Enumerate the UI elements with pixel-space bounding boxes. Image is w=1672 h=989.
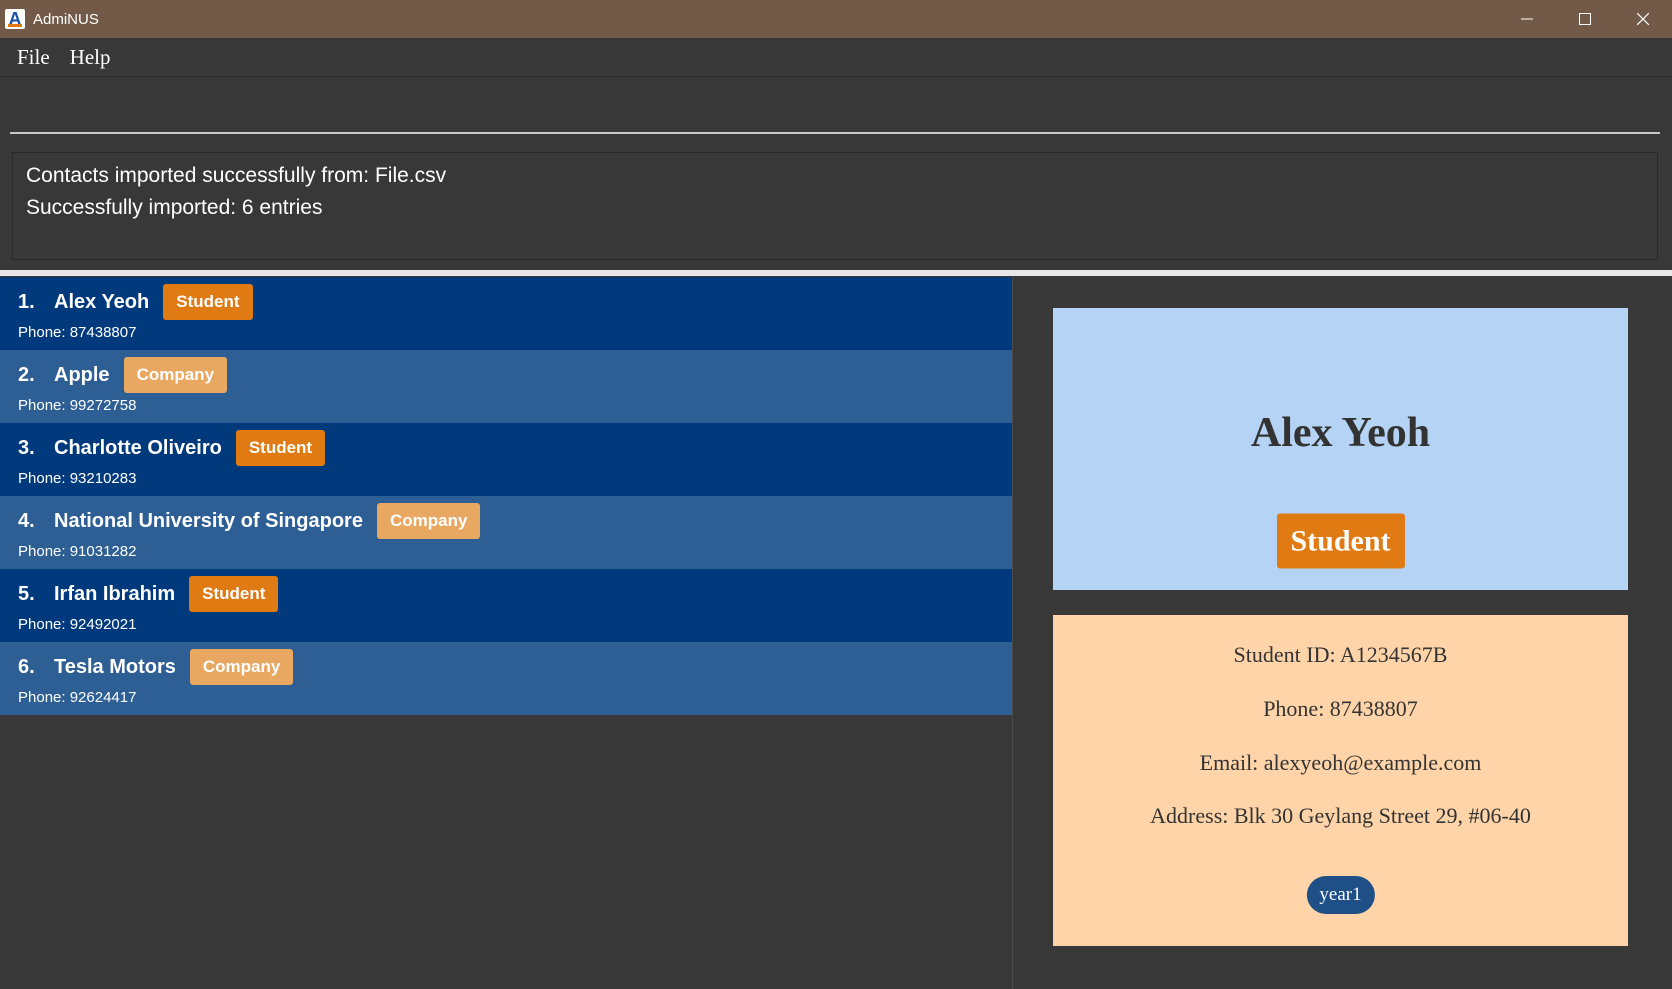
contact-row-4[interactable]: 4. National University of Singapore Comp… (0, 496, 1012, 569)
maximize-icon (1579, 13, 1591, 25)
contact-index: 1. (18, 290, 35, 313)
result-display: Contacts imported successfully from: Fil… (12, 152, 1658, 260)
contact-index: 3. (18, 436, 35, 459)
contact-type-tag: Student (163, 284, 253, 320)
contact-name: Tesla Motors (54, 655, 176, 678)
window-controls (1498, 0, 1672, 38)
window-title: AdmiNUS (33, 10, 99, 28)
contact-name: Irfan Ibrahim (54, 582, 176, 605)
detail-student-id: Student ID: A1234567B (1233, 642, 1448, 667)
contact-row-6[interactable]: 6. Tesla Motors Company Phone: 92624417 (0, 642, 1012, 715)
contact-type-tag: Student (189, 576, 279, 612)
contact-list: 1. Alex Yeoh Student Phone: 87438807 2. … (0, 277, 1012, 989)
menu-help[interactable]: Help (62, 45, 119, 70)
contact-index: 2. (18, 363, 35, 386)
contact-name: Charlotte Oliveiro (54, 436, 222, 459)
title-bar: A AdmiNUS (0, 0, 1672, 38)
contact-type-tag: Company (123, 357, 228, 393)
detail-type-tag: Student (1276, 513, 1405, 569)
menu-bar: File Help (0, 38, 1672, 77)
contact-phone: Phone: 92624417 (18, 689, 137, 706)
detail-address: Address: Blk 30 Geylang Street 29, #06-4… (1150, 803, 1531, 828)
detail-phone: Phone: 87438807 (1263, 696, 1418, 721)
menu-file[interactable]: File (9, 45, 58, 70)
result-line-1: Contacts imported successfully from: Fil… (26, 164, 447, 187)
app-logo-icon: A (5, 9, 25, 29)
contact-phone: Phone: 99272758 (18, 397, 137, 414)
contact-index: 6. (18, 655, 35, 678)
maximize-button[interactable] (1556, 0, 1614, 38)
command-input[interactable] (10, 88, 1660, 134)
close-button[interactable] (1614, 0, 1672, 38)
contact-name: National University of Singapore (54, 509, 363, 532)
detail-tag-chip: year1 (1306, 876, 1375, 914)
contact-index: 5. (18, 582, 35, 605)
minimize-icon (1521, 18, 1533, 20)
detail-email: Email: alexyeoh@example.com (1199, 750, 1482, 775)
contact-phone: Phone: 91031282 (18, 543, 137, 560)
detail-name: Alex Yeoh (1250, 410, 1431, 456)
detail-info-card: Student ID: A1234567B Phone: 87438807 Em… (1053, 615, 1628, 946)
contact-index: 4. (18, 509, 35, 532)
contact-row-5[interactable]: 5. Irfan Ibrahim Student Phone: 92492021 (0, 569, 1012, 642)
contact-type-tag: Student (235, 430, 326, 466)
contact-name: Apple (54, 363, 110, 386)
contact-row-3[interactable]: 3. Charlotte Oliveiro Student Phone: 932… (0, 423, 1012, 496)
detail-header-card: Alex Yeoh Student (1053, 308, 1628, 590)
section-divider[interactable] (0, 270, 1672, 276)
contact-detail-panel: Alex Yeoh Student Student ID: A1234567B … (1013, 277, 1672, 989)
contact-phone: Phone: 87438807 (18, 324, 137, 341)
close-icon (1637, 13, 1649, 25)
contact-phone: Phone: 93210283 (18, 470, 137, 487)
contact-type-tag: Company (189, 649, 294, 685)
contact-phone: Phone: 92492021 (18, 616, 137, 633)
result-line-2: Successfully imported: 6 entries (26, 196, 323, 219)
contact-name: Alex Yeoh (54, 290, 150, 313)
contact-type-tag: Company (376, 503, 481, 539)
contact-row-1[interactable]: 1. Alex Yeoh Student Phone: 87438807 (0, 277, 1012, 350)
minimize-button[interactable] (1498, 0, 1556, 38)
contact-row-2[interactable]: 2. Apple Company Phone: 99272758 (0, 350, 1012, 423)
